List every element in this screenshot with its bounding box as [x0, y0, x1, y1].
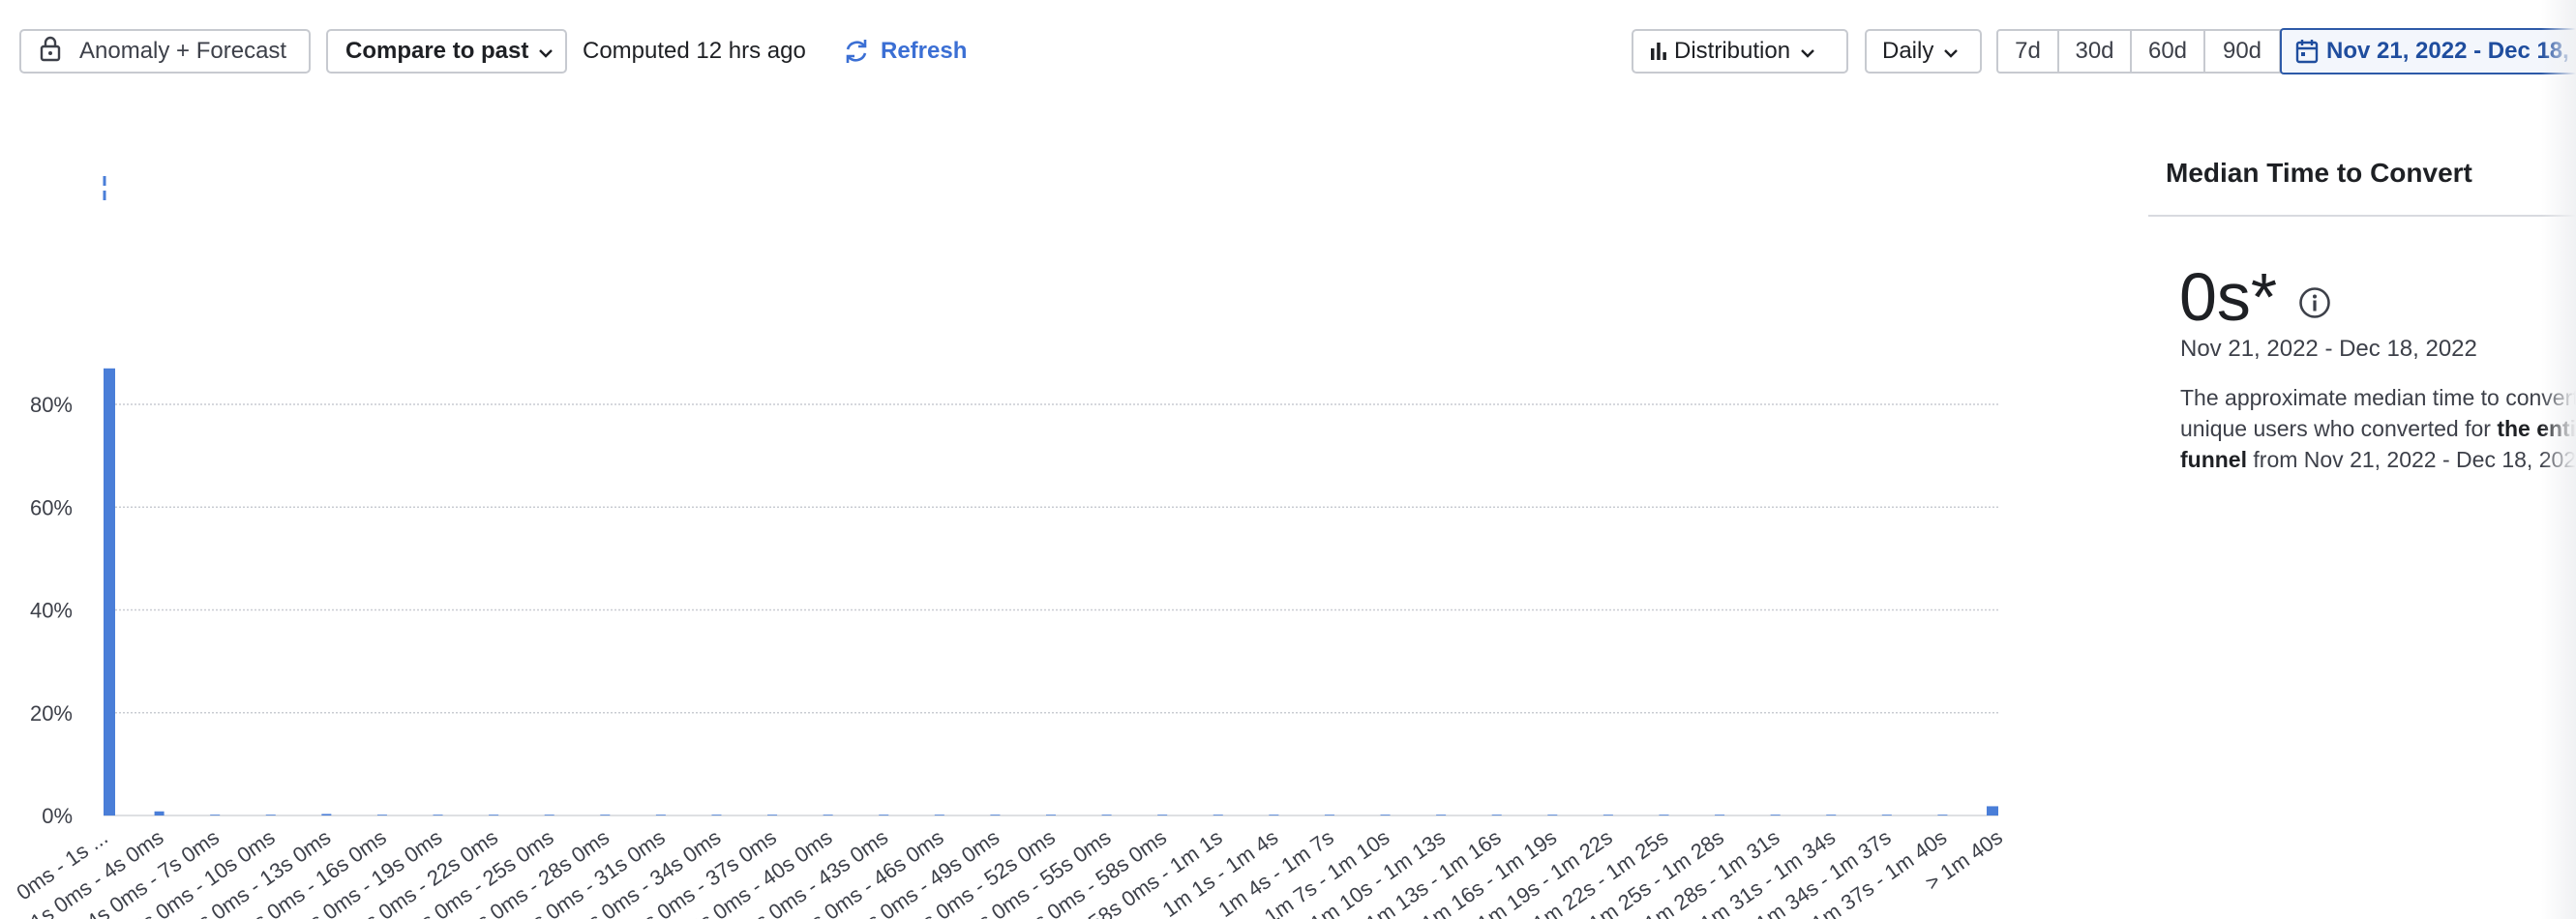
distribution-chart-svg: 0%20%40%60%80%0ms - 1s ...1s 0ms - 4s 0m…	[12, 176, 2007, 919]
range-7d-button[interactable]: 7d	[1996, 29, 2059, 74]
distribution-chart: 0% 20% 40% 60% 80% 0ms - 1s ... 1s 0ms - 4s 0m…	[0, 145, 2022, 919]
desc-line-3-text: from Nov 21, 2022 - Dec 18, 2022	[2247, 447, 2576, 472]
calendar-icon	[2295, 39, 2319, 64]
chevron-down-icon	[1943, 38, 1959, 65]
bar	[154, 811, 165, 815]
refresh-icon	[842, 37, 871, 66]
anomaly-forecast-label: Anomaly + Forecast	[79, 38, 287, 64]
sidebar-date: Nov 21, 2022 - Dec 18, 2022	[2180, 336, 2477, 362]
y-tick-label: 20%	[30, 701, 73, 726]
scroll-edge-shadow	[2541, 0, 2576, 919]
info-icon[interactable]	[2297, 285, 2332, 325]
y-tick-label: 80%	[30, 393, 73, 417]
range-30d-button[interactable]: 30d	[2057, 29, 2132, 74]
refresh-button[interactable]: Refresh	[842, 29, 967, 74]
interval-label: Daily	[1882, 38, 1934, 64]
anomaly-forecast-button[interactable]: Anomaly + Forecast	[19, 29, 311, 74]
bar	[1987, 806, 1998, 815]
sidebar-title: Median Time to Convert	[2166, 158, 2472, 188]
distribution-label: Distribution	[1674, 38, 1791, 64]
computed-status: Computed 12 hrs ago	[583, 38, 806, 64]
range-90d-button[interactable]: 90d	[2203, 29, 2281, 74]
desc-line-1: The approximate median time to convert f…	[2180, 385, 2576, 410]
y-tick-label: 60%	[30, 495, 73, 519]
desc-line-3: funnel from Nov 21, 2022 - Dec 18, 2022	[2180, 444, 2576, 475]
desc-line-2: unique users who converted for the entir…	[2180, 413, 2576, 444]
y-tick-label: 40%	[30, 599, 73, 623]
sidebar-description: The approximate median time to convert f…	[2180, 382, 2576, 475]
desc-line-2-text: unique users who converted for	[2180, 416, 2498, 441]
date-range-picker[interactable]: Nov 21, 2022 - Dec 18, 2022	[2280, 28, 2576, 74]
distribution-dropdown[interactable]: Distribution	[1632, 29, 1848, 74]
sidebar-divider	[2148, 215, 2576, 217]
bar	[321, 814, 332, 815]
chevron-down-icon	[1800, 38, 1815, 65]
bar	[104, 368, 115, 815]
bar-chart-icon	[1649, 41, 1668, 62]
date-range-label: Nov 21, 2022 - Dec 18, 2022	[2326, 38, 2576, 64]
desc-line-3-bold: funnel	[2180, 447, 2247, 472]
compare-to-past-label: Compare to past	[345, 38, 529, 64]
compare-to-past-dropdown[interactable]: Compare to past	[326, 29, 567, 74]
chevron-down-icon	[538, 38, 554, 65]
refresh-label: Refresh	[881, 38, 968, 64]
y-tick-label: 0%	[42, 804, 73, 828]
median-value: 0s*	[2179, 259, 2278, 335]
lock-icon	[39, 35, 62, 69]
interval-dropdown[interactable]: Daily	[1865, 29, 1982, 74]
range-60d-button[interactable]: 60d	[2130, 29, 2205, 74]
